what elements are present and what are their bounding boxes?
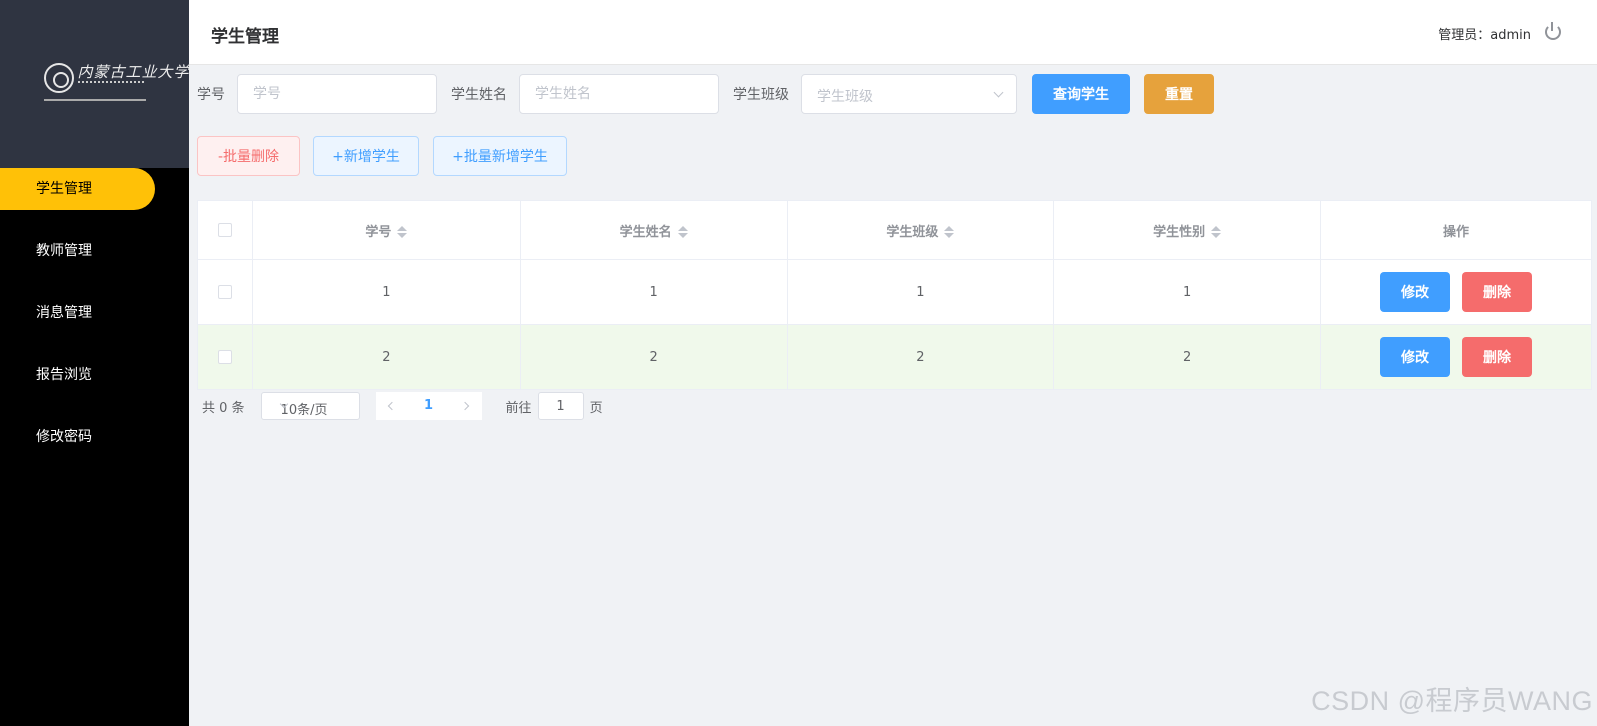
goto-page-input[interactable] (537, 392, 584, 420)
add-student-button[interactable]: +新增学生 (313, 136, 419, 176)
cell-student-id: 1 (251, 259, 521, 325)
header: 学生管理 管理员：admin (189, 0, 1597, 65)
edit-button[interactable]: 修改 (1380, 272, 1451, 312)
query-student-button[interactable]: 查询学生 (1032, 74, 1130, 114)
student-name-label: 学生姓名 (451, 87, 507, 103)
row-checkbox[interactable] (217, 350, 232, 364)
student-table: 学号 学生姓名 学生班级 学生性别 操作 1 1 1 1 修改 删除 2 2 2 … (197, 200, 1592, 390)
action-toolbar: -批量删除 +新增学生 +批量新增学生 (197, 136, 581, 176)
sort-icon[interactable] (1211, 225, 1222, 239)
column-header-student-name[interactable]: 学生姓名 (519, 200, 788, 260)
power-icon[interactable] (1545, 22, 1561, 40)
university-logo: 内蒙古工业大学 (43, 59, 189, 103)
batch-add-student-button[interactable]: +批量新增学生 (433, 136, 567, 176)
sidebar-item-change-password[interactable]: 修改密码 (0, 416, 189, 458)
table-row: 2 2 2 2 修改 删除 (197, 324, 1592, 390)
column-header-operations: 操作 (1320, 200, 1592, 260)
pagination: 共 0 条 10条/页 1 前往 页 (202, 392, 603, 420)
student-id-input[interactable] (237, 74, 437, 114)
student-class-select[interactable]: 学生班级 (801, 74, 1017, 114)
cell-operations: 修改 删除 (1320, 259, 1592, 325)
student-class-placeholder: 学生班级 (817, 89, 873, 105)
page-title: 学生管理 (211, 27, 279, 47)
table-row: 1 1 1 1 修改 删除 (197, 259, 1592, 325)
cell-student-gender: 2 (1053, 324, 1322, 390)
total-count: 共 0 条 (202, 400, 245, 416)
delete-button[interactable]: 删除 (1462, 337, 1533, 377)
delete-button[interactable]: 删除 (1462, 272, 1533, 312)
admin-label: 管理员：admin (1438, 28, 1531, 43)
search-form: 学号 学生姓名 学生班级 学生班级 查询学生 重置 (197, 74, 1214, 114)
logo-text: 内蒙古工业大学 (77, 63, 190, 81)
cell-student-name: 1 (519, 259, 788, 325)
page-navigator: 1 (375, 392, 482, 420)
cell-operations: 修改 删除 (1320, 324, 1592, 390)
edit-button[interactable]: 修改 (1380, 337, 1451, 377)
prev-page-button[interactable] (376, 392, 406, 420)
table-header-row: 学号 学生姓名 学生班级 学生性别 操作 (197, 200, 1592, 260)
next-page-button[interactable] (452, 392, 482, 420)
column-header-student-id[interactable]: 学号 (251, 200, 521, 260)
student-class-label: 学生班级 (733, 87, 789, 103)
page-size-value: 10条/页 (280, 403, 328, 418)
cell-student-class: 1 (786, 259, 1055, 325)
cell-student-id: 2 (251, 324, 521, 390)
sidebar-item-report-browse[interactable]: 报告浏览 (0, 354, 189, 396)
student-id-label: 学号 (197, 87, 225, 103)
page-suffix: 页 (589, 400, 603, 416)
cell-student-name: 2 (519, 324, 788, 390)
sort-icon[interactable] (944, 225, 955, 239)
watermark: CSDN @程序员WANG (1311, 686, 1593, 716)
cell-student-class: 2 (786, 324, 1055, 390)
chevron-down-icon (993, 87, 1004, 98)
sidebar-item-message-management[interactable]: 消息管理 (0, 292, 189, 334)
batch-delete-button[interactable]: -批量删除 (197, 136, 300, 176)
page-size-select[interactable]: 10条/页 (260, 392, 360, 420)
seal-icon (43, 63, 74, 93)
select-all-cell (197, 200, 253, 260)
sidebar: 内蒙古工业大学 学生管理 教师管理 消息管理 报告浏览 修改密码 (0, 0, 189, 726)
page-number-current[interactable]: 1 (406, 392, 452, 420)
sidebar-item-teacher-management[interactable]: 教师管理 (0, 230, 189, 272)
column-header-student-class[interactable]: 学生班级 (786, 200, 1055, 260)
select-all-checkbox[interactable] (217, 223, 232, 237)
column-header-student-gender[interactable]: 学生性别 (1053, 200, 1322, 260)
row-checkbox[interactable] (217, 285, 232, 299)
sort-icon[interactable] (397, 225, 408, 239)
logo-area: 内蒙古工业大学 (0, 0, 189, 168)
cell-student-gender: 1 (1053, 259, 1322, 325)
chevron-left-icon (387, 401, 397, 411)
sort-icon[interactable] (677, 225, 688, 239)
goto-label: 前往 (505, 400, 532, 416)
sidebar-menu: 学生管理 教师管理 消息管理 报告浏览 修改密码 (0, 168, 189, 478)
sidebar-item-student-management[interactable]: 学生管理 (0, 168, 155, 210)
student-name-input[interactable] (519, 74, 719, 114)
chevron-right-icon (460, 401, 470, 411)
reset-button[interactable]: 重置 (1144, 74, 1214, 114)
